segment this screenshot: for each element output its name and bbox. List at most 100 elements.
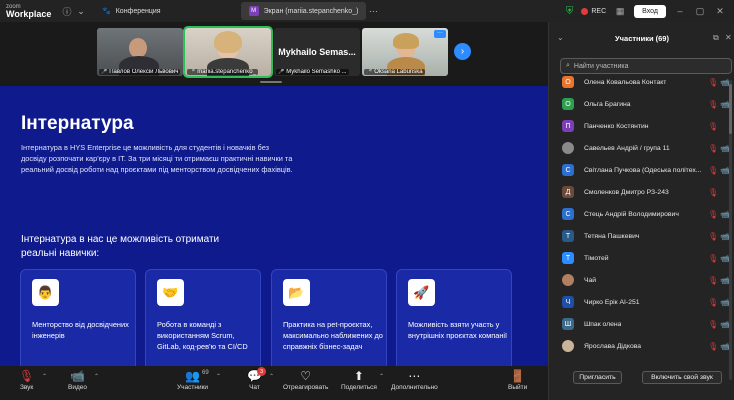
more-options-icon[interactable]: ··· xyxy=(434,30,446,38)
participant-row[interactable]: Д Смоленков Дмитро РЗ-243 🎙 xyxy=(549,182,734,202)
zoom-logo: zoom Workplace xyxy=(6,4,52,19)
video-tile-name-only[interactable]: Mykhailo Semas... Mykhailo Semashko ... xyxy=(274,28,360,76)
minimize-icon[interactable]: – xyxy=(674,6,686,16)
mentor-icon: 👨 xyxy=(32,279,59,306)
video-strip: Павлов Олексій Львович mariia.stepanchen… xyxy=(0,22,548,86)
microphone-muted-icon[interactable]: 🎙 xyxy=(708,298,718,307)
participant-row[interactable]: С Світлана Пучкова (Одеська політех... 🎙 📹 xyxy=(549,160,734,180)
pop-out-icon[interactable]: ⧉ xyxy=(713,33,719,43)
panel-title: Участники (69) xyxy=(615,34,669,43)
microphone-muted-icon[interactable]: 🎙 xyxy=(708,232,718,241)
more-button[interactable]: ⋯ Дополнительно xyxy=(391,369,438,391)
recording-indicator[interactable]: REC xyxy=(581,7,606,15)
participant-row[interactable]: Савельев Андрій / група 11 🎙 📹 xyxy=(549,138,734,158)
video-options-chevron-icon[interactable]: ⌃ xyxy=(94,373,99,380)
info-icon[interactable]: ⓘ xyxy=(60,4,74,18)
meeting-toolbar: 🎙 Звук ⌃ 📹 Видео ⌃ 👥 Участники 69 ⌃ 💬 Ча… xyxy=(0,366,548,400)
microphone-muted-icon[interactable]: 🎙 xyxy=(708,188,718,197)
avatar: Ш xyxy=(562,318,574,330)
person-head xyxy=(129,38,147,58)
participant-name: Шпак олена xyxy=(584,320,622,328)
audio-button[interactable]: 🎙 Звук xyxy=(19,369,34,391)
avatar: П xyxy=(562,120,574,132)
search-icon: ⌕ xyxy=(566,62,570,69)
participant-row[interactable]: Т Тетяна Пашкевич 🎙 📹 xyxy=(549,226,734,246)
close-icon[interactable]: ✕ xyxy=(714,6,726,17)
video-tile-active-speaker[interactable]: mariia.stepanchenko_ xyxy=(183,26,273,78)
microphone-muted-icon[interactable]: 🎙 xyxy=(708,78,718,87)
microphone-muted-icon[interactable]: 🎙 xyxy=(708,342,718,351)
invite-button[interactable]: Пригласить xyxy=(573,371,622,384)
paw-icon: 🐾 xyxy=(102,8,111,15)
feature-card: 📂 Практика на pet-проєктах, максимально … xyxy=(271,269,387,366)
avatar: Т xyxy=(562,230,574,242)
resize-handle[interactable] xyxy=(260,81,282,83)
tile-caption: Oksana Labunska xyxy=(364,69,425,75)
login-button[interactable]: Вход xyxy=(634,4,666,18)
microphone-muted-icon[interactable]: 🎙 xyxy=(708,100,718,109)
avatar xyxy=(562,142,574,154)
unmute-myself-button[interactable]: Включить свой звук xyxy=(642,371,722,384)
participant-row[interactable]: Т Тімотей 🎙 📹 xyxy=(549,248,734,268)
page-title: Інтернатура xyxy=(21,113,134,134)
microphone-muted-icon[interactable]: 🎙 xyxy=(708,254,718,263)
close-panel-icon[interactable]: ✕ xyxy=(725,33,732,42)
feature-card: 👨 Менторство від досвідчених інженерів xyxy=(20,269,136,366)
share-screen-button[interactable]: ⬆ Поделиться xyxy=(341,369,377,391)
participant-name: Олена Ковальова Контакт xyxy=(584,78,667,86)
video-tile[interactable]: ··· Oksana Labunska xyxy=(362,28,448,76)
microphone-muted-icon[interactable]: 🎙 xyxy=(708,166,718,175)
share-options-chevron-icon[interactable]: ⌃ xyxy=(379,373,384,380)
participant-row[interactable]: С Стець Андрій Володимирович 🎙 📹 xyxy=(549,204,734,224)
participant-row[interactable]: Ч Чирко Ерік АІ-251 🎙 📹 xyxy=(549,292,734,312)
react-button[interactable]: ♡ Отреагировать xyxy=(283,369,328,391)
participant-name-large: Mykhailo Semas... xyxy=(278,47,356,57)
participant-row[interactable]: Чай 🎙 📹 xyxy=(549,270,734,290)
tab-meeting[interactable]: 🐾 Конференция xyxy=(94,2,169,20)
feature-card-text: Практика на pet-проєктах, максимально на… xyxy=(283,320,383,351)
grid-icon[interactable]: ▦ xyxy=(614,6,626,17)
tab-screen-share[interactable]: M Экран (mariia.stepanchenko_) xyxy=(240,2,367,20)
video-button[interactable]: 📹 Видео xyxy=(68,369,87,391)
tile-caption: mariia.stepanchenko_ xyxy=(187,69,258,75)
handshake-icon: 🤝 xyxy=(157,279,184,306)
video-tile[interactable]: Павлов Олексій Львович xyxy=(97,28,183,76)
next-page-arrow-icon[interactable]: › xyxy=(454,43,471,60)
avatar: С xyxy=(562,208,574,220)
participant-row[interactable]: П Панченко Костянтин 🎙 xyxy=(549,116,734,136)
microphone-muted-icon[interactable]: 🎙 xyxy=(708,276,718,285)
feature-card-text: Можливість взяти участь у внутрішніх про… xyxy=(408,320,508,340)
participant-name: Тетяна Пашкевич xyxy=(584,232,640,240)
maximize-icon[interactable]: ▢ xyxy=(694,6,706,17)
avatar: Д xyxy=(562,186,574,198)
leave-button[interactable]: 🚪 Выйти xyxy=(508,369,527,391)
chat-options-chevron-icon[interactable]: ⌃ xyxy=(269,373,274,380)
more-dots-icon: ⋯ xyxy=(408,369,421,383)
participant-row[interactable]: Ш Шпак олена 🎙 📹 xyxy=(549,314,734,334)
audio-options-chevron-icon[interactable]: ⌃ xyxy=(42,373,47,380)
tile-caption: Mykhailo Semashko ... xyxy=(276,69,349,75)
intro-paragraph: Інтернатура в HYS Enterprise це можливіс… xyxy=(21,143,293,174)
avatar xyxy=(562,340,574,352)
microphone-muted-icon: 🎙 xyxy=(19,369,35,383)
avatar: О xyxy=(562,76,574,88)
microphone-muted-icon[interactable]: 🎙 xyxy=(708,320,718,329)
microphone-muted-icon[interactable]: 🎙 xyxy=(708,144,718,153)
participant-name: Ярослава Дідкова xyxy=(584,342,642,350)
avatar: Т xyxy=(562,252,574,264)
microphone-muted-icon[interactable]: 🎙 xyxy=(708,122,718,131)
participant-row[interactable]: О Олена Ковальова Контакт 🎙 📹 xyxy=(549,72,734,92)
participants-options-chevron-icon[interactable]: ⌃ xyxy=(216,373,221,380)
feature-card: 🚀 Можливість взяти участь у внутрішніх п… xyxy=(396,269,512,366)
feature-card-text: Менторство від досвідчених інженерів xyxy=(32,320,129,340)
participant-row[interactable]: О Ольга Брагина 🎙 📹 xyxy=(549,94,734,114)
title-bar-right: ⛨ REC ▦ Вход – ▢ ✕ xyxy=(566,4,734,18)
chevron-down-icon[interactable]: ⌄ xyxy=(74,4,88,18)
participant-row[interactable]: Ярослава Дідкова 🎙 📹 xyxy=(549,336,734,356)
participant-name: Світлана Пучкова (Одеська політех... xyxy=(584,166,702,174)
participant-name: Ольга Брагина xyxy=(584,100,631,108)
more-icon[interactable]: ⋯ xyxy=(366,4,380,18)
microphone-muted-icon[interactable]: 🎙 xyxy=(708,210,718,219)
scrollbar-thumb[interactable] xyxy=(729,84,732,134)
participant-name: Стець Андрій Володимирович xyxy=(584,210,679,218)
